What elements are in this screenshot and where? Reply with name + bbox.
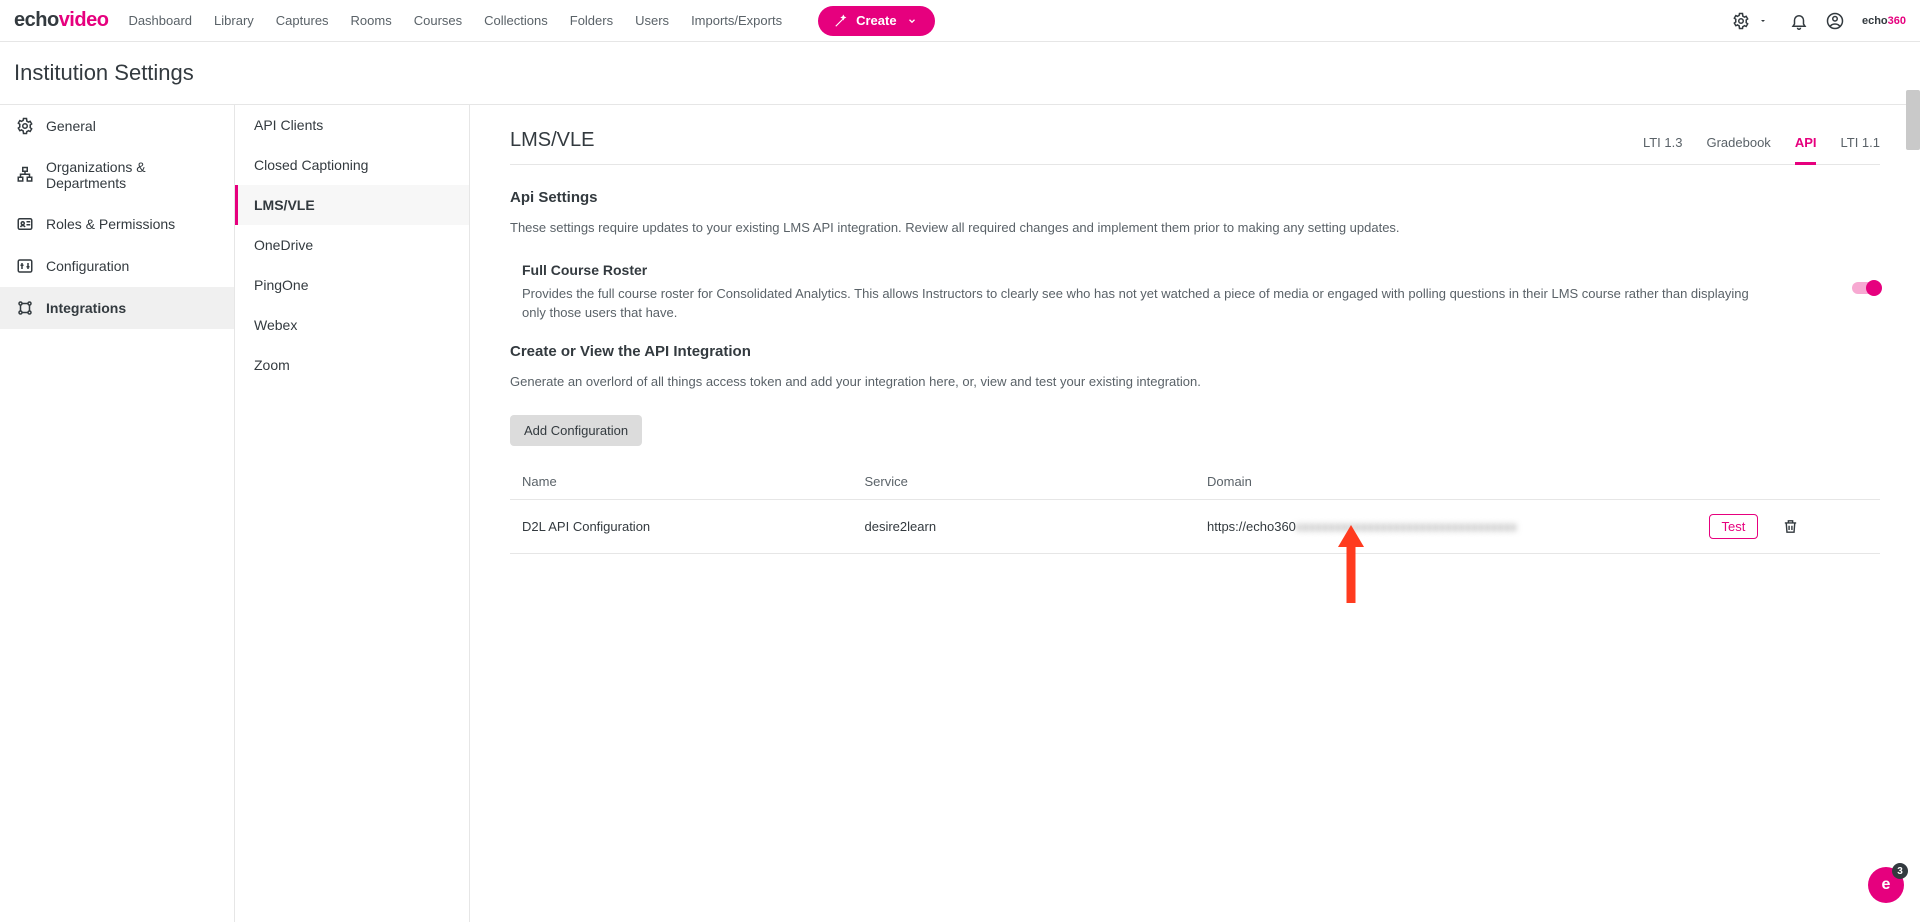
integration-table: Name Service Domain D2L API Configuratio…: [510, 464, 1880, 554]
add-configuration-button[interactable]: Add Configuration: [510, 415, 642, 446]
magic-wand-icon: [832, 12, 850, 30]
help-widget[interactable]: e 3: [1868, 867, 1904, 903]
top-navbar: echovideo Dashboard Library Captures Roo…: [0, 0, 1920, 42]
settings-gear-icon[interactable]: [1732, 12, 1750, 30]
user-account-icon[interactable]: [1826, 12, 1844, 30]
sidebar2-api-clients[interactable]: API Clients: [235, 105, 469, 145]
row-name: D2L API Configuration: [510, 500, 853, 554]
gear-icon: [16, 117, 34, 135]
roster-desc: Provides the full course roster for Cons…: [522, 284, 1880, 323]
sidebar2-lms-vle[interactable]: LMS/VLE: [235, 185, 469, 225]
integrations-sidebar: API Clients Closed Captioning LMS/VLE On…: [235, 105, 470, 922]
mini-brand-logo[interactable]: echo360: [1862, 15, 1906, 27]
roster-subsection: Full Course Roster Provides the full cou…: [522, 262, 1880, 323]
sidebar-item-label: Organizations & Departments: [46, 159, 218, 191]
toggle-knob: [1866, 280, 1882, 296]
nav-rooms[interactable]: Rooms: [351, 13, 392, 28]
sliders-icon: [16, 257, 34, 275]
help-badge-count: 3: [1892, 863, 1908, 879]
col-name: Name: [510, 464, 853, 500]
sidebar2-pingone[interactable]: PingOne: [235, 265, 469, 305]
page-title-bar: Institution Settings: [0, 42, 1920, 105]
sidebar-item-orgs[interactable]: Organizations & Departments: [0, 147, 234, 203]
nav-users[interactable]: Users: [635, 13, 669, 28]
roster-heading: Full Course Roster: [522, 262, 1880, 278]
create-view-desc: Generate an overlord of all things acces…: [510, 372, 1880, 392]
help-glyph: e: [1882, 876, 1891, 894]
roster-toggle[interactable]: [1852, 282, 1880, 294]
nav-courses[interactable]: Courses: [414, 13, 462, 28]
content-area: LMS/VLE LTI 1.3 Gradebook API LTI 1.1 Ap…: [470, 105, 1920, 922]
sidebar2-closed-captioning[interactable]: Closed Captioning: [235, 145, 469, 185]
nav-links: Dashboard Library Captures Rooms Courses…: [128, 6, 934, 36]
nav-dashboard[interactable]: Dashboard: [128, 13, 192, 28]
id-card-icon: [16, 215, 34, 233]
sidebar-item-label: General: [46, 118, 96, 134]
col-domain: Domain: [1195, 464, 1633, 500]
nav-folders[interactable]: Folders: [570, 13, 613, 28]
tab-api[interactable]: API: [1795, 135, 1817, 165]
nav-captures[interactable]: Captures: [276, 13, 329, 28]
content-header: LMS/VLE LTI 1.3 Gradebook API LTI 1.1: [510, 129, 1880, 165]
sidebar-item-label: Integrations: [46, 300, 126, 316]
brand-part1: echo: [14, 9, 59, 31]
api-settings-heading: Api Settings: [510, 189, 1880, 206]
row-domain: https://echo360xxxxxxxxxxxxxxxxxxxxxxxxx…: [1195, 500, 1633, 554]
roster-toggle-wrap: [1852, 282, 1880, 294]
integrations-icon: [16, 299, 34, 317]
nav-library[interactable]: Library: [214, 13, 254, 28]
col-service: Service: [853, 464, 1196, 500]
create-view-heading: Create or View the API Integration: [510, 343, 1880, 360]
scrollbar[interactable]: [1906, 90, 1920, 150]
brand-part2: video: [59, 9, 109, 31]
sidebar-item-label: Roles & Permissions: [46, 216, 175, 232]
topbar-right: echo360: [1732, 12, 1906, 30]
create-button[interactable]: Create: [818, 6, 934, 36]
sidebar2-zoom[interactable]: Zoom: [235, 345, 469, 385]
bell-icon[interactable]: [1790, 12, 1808, 30]
tab-gradebook[interactable]: Gradebook: [1706, 135, 1770, 165]
sidebar-item-integrations[interactable]: Integrations: [0, 287, 234, 329]
table-row: D2L API Configuration desire2learn https…: [510, 500, 1880, 554]
sidebar-item-configuration[interactable]: Configuration: [0, 245, 234, 287]
row-service: desire2learn: [853, 500, 1196, 554]
tab-lti11[interactable]: LTI 1.1: [1840, 135, 1880, 165]
nav-imports-exports[interactable]: Imports/Exports: [691, 13, 782, 28]
sidebar2-onedrive[interactable]: OneDrive: [235, 225, 469, 265]
trash-icon[interactable]: [1782, 518, 1868, 535]
org-tree-icon: [16, 166, 34, 184]
api-settings-desc: These settings require updates to your e…: [510, 218, 1880, 238]
sidebar2-webex[interactable]: Webex: [235, 305, 469, 345]
content-tabs: LTI 1.3 Gradebook API LTI 1.1: [1643, 135, 1880, 152]
chevron-down-icon: [903, 12, 921, 30]
content-title: LMS/VLE: [510, 129, 594, 152]
brand-logo[interactable]: echovideo: [14, 9, 108, 32]
sidebar-item-label: Configuration: [46, 258, 129, 274]
tab-lti13[interactable]: LTI 1.3: [1643, 135, 1683, 165]
nav-collections[interactable]: Collections: [484, 13, 548, 28]
test-button[interactable]: Test: [1709, 514, 1759, 539]
create-button-label: Create: [856, 13, 896, 28]
main-layout: General Organizations & Departments Role…: [0, 105, 1920, 922]
page-title: Institution Settings: [14, 60, 1906, 86]
settings-sidebar: General Organizations & Departments Role…: [0, 105, 235, 922]
chevron-down-small-icon[interactable]: [1754, 12, 1772, 30]
sidebar-item-roles[interactable]: Roles & Permissions: [0, 203, 234, 245]
sidebar-item-general[interactable]: General: [0, 105, 234, 147]
